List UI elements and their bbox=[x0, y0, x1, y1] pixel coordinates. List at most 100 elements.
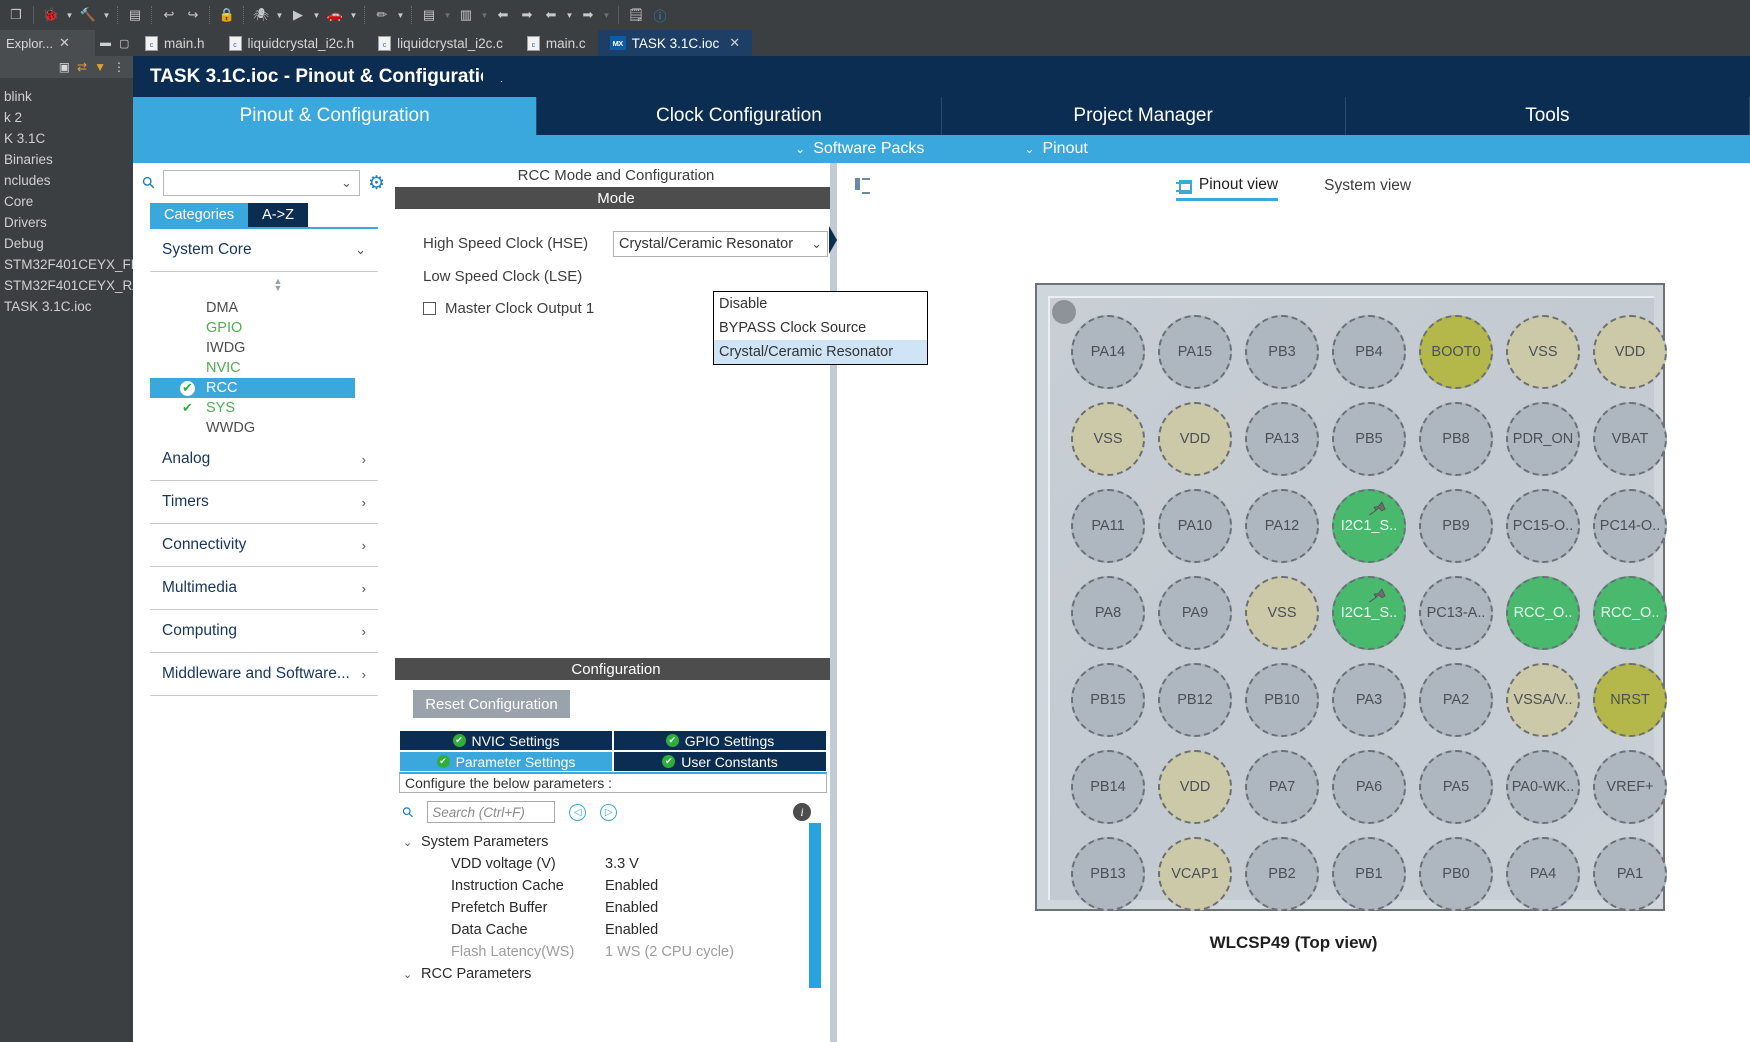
pin-31[interactable]: PA3 bbox=[1332, 663, 1406, 737]
pin-17[interactable]: I2C1_S.. bbox=[1332, 489, 1406, 563]
next-annotation-icon[interactable]: ➡ bbox=[576, 4, 600, 26]
explorer-tree-item[interactable]: STM32F401CEYX_RAM bbox=[0, 275, 133, 296]
pin-38[interactable]: PA6 bbox=[1332, 750, 1406, 824]
param-row[interactable]: Flash Latency(WS) 1 WS (2 CPU cycle) bbox=[395, 941, 837, 963]
prev-annotation-icon[interactable]: ⬅ bbox=[539, 4, 563, 26]
run-icon[interactable]: ▶ bbox=[286, 4, 310, 26]
open-type-icon[interactable]: ▤ bbox=[417, 4, 441, 26]
chevron-down-icon[interactable]: ⌄ bbox=[403, 836, 413, 849]
next-annotation-dropdown-arrow[interactable]: ▼ bbox=[600, 11, 613, 20]
explorer-tree-item[interactable]: Drivers bbox=[0, 212, 133, 233]
pin-25[interactable]: PC13-A.. bbox=[1419, 576, 1493, 650]
hse-option-0[interactable]: Disable bbox=[714, 292, 927, 316]
pin-37[interactable]: PA7 bbox=[1245, 750, 1319, 824]
pin-11[interactable]: PB8 bbox=[1419, 402, 1493, 476]
open-resource-dropdown-arrow[interactable]: ▼ bbox=[478, 11, 491, 20]
copy-icon[interactable]: ❐ bbox=[4, 4, 28, 26]
chevron-down-icon[interactable]: ⌄ bbox=[403, 968, 413, 981]
pin-41[interactable]: VREF+ bbox=[1593, 750, 1667, 824]
param-row[interactable]: VDD voltage (V) 3.3 V bbox=[395, 853, 837, 875]
info-icon[interactable]: ⓘ bbox=[648, 4, 672, 26]
category-tab-0[interactable]: Categories bbox=[150, 203, 249, 227]
pin-2[interactable]: PB3 bbox=[1245, 315, 1319, 389]
hse-combo[interactable]: Crystal/Ceramic Resonator ⌄ bbox=[613, 230, 828, 257]
reset-configuration-button[interactable]: Reset Configuration bbox=[413, 690, 570, 718]
filter-icon[interactable]: ▼ bbox=[94, 60, 106, 74]
explorer-tree-item[interactable]: TASK 3.1C.ioc bbox=[0, 296, 133, 317]
pin-48[interactable]: PA1 bbox=[1593, 837, 1667, 911]
pin-4[interactable]: BOOT0 bbox=[1419, 315, 1493, 389]
info-icon[interactable]: i bbox=[793, 803, 811, 821]
pinout-view-tab-0[interactable]: Pinout view bbox=[1175, 176, 1279, 201]
parameter-scrollbar[interactable] bbox=[809, 823, 821, 988]
category-group-4[interactable]: Multimedia › bbox=[150, 567, 378, 610]
pin-12[interactable]: PDR_ON bbox=[1506, 402, 1580, 476]
splitter-collapse-right-icon[interactable] bbox=[829, 226, 837, 254]
close-icon[interactable]: ✕ bbox=[729, 35, 740, 51]
config-tab-0[interactable]: ✔ NVIC Settings bbox=[399, 730, 613, 751]
undo-icon[interactable]: ↩ bbox=[157, 4, 181, 26]
run-config-icon[interactable]: 🚗 bbox=[323, 4, 347, 26]
pinout-scrollbar[interactable] bbox=[1736, 163, 1750, 1042]
category-group-5[interactable]: Computing › bbox=[150, 610, 378, 653]
editor-tab-0[interactable]: c main.h bbox=[133, 30, 217, 56]
param-row[interactable]: Data Cache Enabled bbox=[395, 919, 837, 941]
param-group-0[interactable]: ⌄ System Parameters bbox=[395, 831, 837, 853]
pin-46[interactable]: PB0 bbox=[1419, 837, 1493, 911]
ip-item-rcc[interactable]: ✔ RCC bbox=[150, 378, 355, 398]
view-menu-icon[interactable]: ⋮ bbox=[113, 60, 125, 74]
mco1-checkbox[interactable] bbox=[423, 301, 436, 315]
pin-44[interactable]: PB2 bbox=[1245, 837, 1319, 911]
ip-item-dma[interactable]: DMA bbox=[178, 298, 378, 318]
explorer-tree[interactable]: blink k 2K 3.1C Binaries ncludes Core Drivers… bbox=[0, 78, 133, 317]
explorer-tree-item[interactable]: ncludes bbox=[0, 170, 133, 191]
category-group-2[interactable]: Timers › bbox=[150, 481, 378, 524]
run-config-dropdown-arrow[interactable]: ▼ bbox=[347, 11, 360, 20]
link-editor-icon[interactable]: ⇄ bbox=[77, 60, 87, 74]
forward-nav-icon[interactable]: ➡ bbox=[515, 4, 539, 26]
subbar-item-1[interactable]: ⌄ Pinout bbox=[1024, 140, 1087, 158]
pin-15[interactable]: PA10 bbox=[1158, 489, 1232, 563]
config-tab-1[interactable]: ✔ GPIO Settings bbox=[613, 730, 827, 751]
pin-9[interactable]: PA13 bbox=[1245, 402, 1319, 476]
pin-7[interactable]: VSS bbox=[1071, 402, 1145, 476]
pin-14[interactable]: PA11 bbox=[1071, 489, 1145, 563]
pin-29[interactable]: PB12 bbox=[1158, 663, 1232, 737]
close-icon[interactable]: ✕ bbox=[59, 35, 70, 51]
collapse-all-icon[interactable]: ◁ bbox=[569, 803, 587, 821]
ip-item-gpio[interactable]: GPIO bbox=[178, 318, 378, 338]
pin-6[interactable]: VDD bbox=[1593, 315, 1667, 389]
debug-dropdown-arrow[interactable]: ▼ bbox=[63, 11, 76, 20]
pin-43[interactable]: VCAP1 bbox=[1158, 837, 1232, 911]
category-group-0[interactable]: System Core ⌄ bbox=[150, 229, 378, 272]
param-row[interactable]: Instruction Cache Enabled bbox=[395, 875, 837, 897]
debug-run-icon[interactable]: 🕷 bbox=[249, 4, 273, 26]
pin-10[interactable]: PB5 bbox=[1332, 402, 1406, 476]
pencil-dropdown-arrow[interactable]: ▼ bbox=[394, 11, 407, 20]
binary-file-icon[interactable]: ▤ bbox=[123, 4, 147, 26]
parameter-search-input[interactable]: Search (Ctrl+F) bbox=[427, 801, 556, 823]
pin-34[interactable]: NRST bbox=[1593, 663, 1667, 737]
pin-0[interactable]: PA14 bbox=[1071, 315, 1145, 389]
explorer-tree-item[interactable]: K 3.1C bbox=[0, 128, 133, 149]
editor-tab-4[interactable]: MX TASK 3.1C.ioc ✕ bbox=[597, 30, 753, 56]
debug-run-dropdown-arrow[interactable]: ▼ bbox=[273, 11, 286, 20]
run-dropdown-arrow[interactable]: ▼ bbox=[310, 11, 323, 20]
cubemx-tab-2[interactable]: Project Manager bbox=[941, 97, 1346, 135]
ip-item-iwdg[interactable]: IWDG bbox=[178, 338, 378, 358]
pin-19[interactable]: PC15-O.. bbox=[1506, 489, 1580, 563]
cubemx-tab-3[interactable]: Tools bbox=[1345, 97, 1750, 135]
pin-26[interactable]: RCC_O.. bbox=[1506, 576, 1580, 650]
edit-pencil-icon[interactable]: ✏ bbox=[370, 4, 394, 26]
pin-39[interactable]: PA5 bbox=[1419, 750, 1493, 824]
param-group-1[interactable]: ⌄ RCC Parameters bbox=[395, 963, 837, 985]
tab-project-explorer[interactable]: Explor... ✕ bbox=[0, 30, 95, 56]
debug-bug-icon[interactable]: 🐞 bbox=[39, 4, 63, 26]
back-nav-icon[interactable]: ⬅ bbox=[491, 4, 515, 26]
pin-30[interactable]: PB10 bbox=[1245, 663, 1319, 737]
category-group-1[interactable]: Analog › bbox=[150, 438, 378, 481]
pin-27[interactable]: RCC_O.. bbox=[1593, 576, 1667, 650]
pin-24[interactable]: I2C1_S.. bbox=[1332, 576, 1406, 650]
ip-item-wwdg[interactable]: WWDG bbox=[178, 418, 378, 438]
hse-option-2[interactable]: Crystal/Ceramic Resonator bbox=[714, 340, 927, 364]
